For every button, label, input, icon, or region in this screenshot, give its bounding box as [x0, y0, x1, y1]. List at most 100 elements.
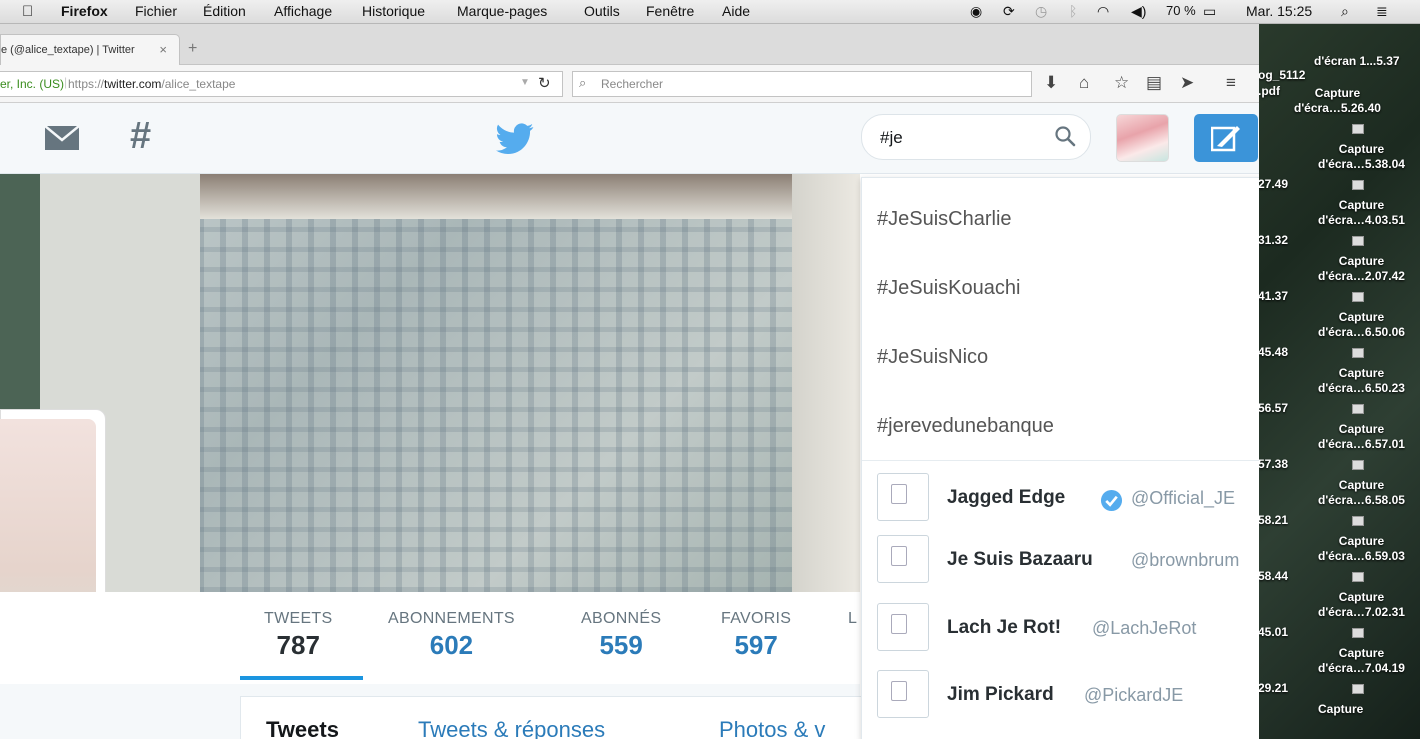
spotlight-icon[interactable]: ⌕ — [1341, 3, 1349, 20]
desktop-file-label[interactable]: 58.44 — [1258, 569, 1288, 584]
notification-center-icon[interactable]: ≣ — [1376, 3, 1388, 20]
user-suggestion[interactable]: Lach Je Rot! @LachJeRot — [877, 603, 1259, 659]
desktop-file-label[interactable]: Capture d'écra…7.02.31 — [1318, 590, 1405, 620]
browser-search-bar[interactable]: ⌕ Rechercher — [572, 71, 1032, 97]
hamburger-menu-icon[interactable]: ≡ — [1226, 73, 1236, 93]
clock[interactable]: Mar. 15:25 — [1246, 3, 1312, 19]
desktop-file-label[interactable]: 27.49 — [1258, 177, 1288, 192]
desktop-file-label[interactable]: Capture d'écra…5.26.40 — [1294, 86, 1381, 116]
record-icon[interactable]: ◉ — [970, 3, 982, 20]
wifi-icon[interactable]: ◠ — [1097, 3, 1109, 20]
screenshot-file-icon[interactable] — [1352, 572, 1364, 582]
menu-marque-pages[interactable]: Marque-pages — [457, 3, 547, 19]
menu-edition[interactable]: Édition — [203, 3, 246, 19]
screenshot-file-icon[interactable] — [1352, 236, 1364, 246]
bluetooth-icon[interactable]: ᛒ — [1069, 3, 1077, 19]
screenshot-file-icon[interactable] — [1352, 348, 1364, 358]
desktop-file-label[interactable]: d'écran 1...5.37 — [1314, 54, 1400, 69]
desktop-file-label[interactable]: .pdf — [1258, 84, 1280, 99]
tab-photos-videos[interactable]: Photos & v — [719, 717, 825, 739]
user-suggestion[interactable]: Jagged Edge @Official_JE — [877, 473, 1259, 529]
menu-fichier[interactable]: Fichier — [135, 3, 177, 19]
desktop-file-label[interactable]: 31.32 — [1258, 233, 1288, 248]
compose-tweet-button[interactable] — [1194, 114, 1258, 162]
pocket-send-icon[interactable]: ➤ — [1180, 73, 1194, 93]
desktop-file-label[interactable]: 41.37 — [1258, 289, 1288, 304]
desktop-file-label[interactable]: 57.38 — [1258, 457, 1288, 472]
screenshot-file-icon[interactable] — [1352, 124, 1364, 134]
history-dropdown-icon[interactable]: ▼ — [520, 77, 530, 88]
reload-icon[interactable]: ↻ — [538, 74, 551, 92]
desktop-file-label[interactable]: Capture d'écra…6.59.03 — [1318, 534, 1405, 564]
menu-fenetre[interactable]: Fenêtre — [646, 3, 694, 19]
search-icon[interactable] — [1054, 125, 1076, 147]
hashtag-suggestion[interactable]: #jerevedunebanque — [877, 415, 1054, 438]
user-suggestion[interactable]: Jim Pickard @PickardJE — [877, 670, 1259, 726]
volume-icon[interactable]: ◀) — [1131, 3, 1146, 20]
desktop-file-label[interactable]: 58.21 — [1258, 513, 1288, 528]
desktop-file-label[interactable]: og_5112 — [1258, 68, 1305, 83]
tab-tweets[interactable]: Tweets — [266, 717, 339, 739]
desktop-file-label[interactable]: 29.21 — [1258, 681, 1288, 696]
battery-level[interactable]: 70 % — [1166, 3, 1196, 18]
stat-abonnements[interactable]: ABONNEMENTS 602 — [388, 610, 515, 661]
menu-aide[interactable]: Aide — [722, 3, 750, 19]
menu-affichage[interactable]: Affichage — [274, 3, 332, 19]
download-icon[interactable]: ⬇ — [1044, 73, 1058, 93]
nav-bar: er, Inc. (US) | https://twitter.com/alic… — [0, 65, 1259, 103]
url-bar[interactable]: er, Inc. (US) | https://twitter.com/alic… — [0, 71, 563, 97]
desktop-file-label[interactable]: Capture d'écra…5.38.04 — [1318, 142, 1405, 172]
site-identity[interactable]: er, Inc. (US) — [0, 77, 64, 91]
tab-tweets-replies[interactable]: Tweets & réponses — [418, 717, 605, 739]
desktop-file-label[interactable]: Capture d'écra…6.50.23 — [1318, 366, 1405, 396]
time-machine-icon[interactable]: ◷ — [1035, 3, 1047, 20]
apple-icon[interactable]:  — [22, 3, 33, 20]
user-handle: @Official_JE — [1131, 488, 1235, 508]
close-tab-icon[interactable]: × — [159, 42, 167, 57]
battery-icon[interactable]: ▭ — [1203, 3, 1216, 20]
search-query[interactable]: #je — [880, 128, 903, 148]
screenshot-file-icon[interactable] — [1352, 180, 1364, 190]
twitter-search-input[interactable]: #je — [861, 114, 1091, 160]
desktop-file-label[interactable]: Capture d'écra…6.58.05 — [1318, 478, 1405, 508]
hashtag-suggestion[interactable]: #JeSuisNico — [877, 346, 988, 369]
reading-list-icon[interactable]: ▤ — [1146, 73, 1162, 93]
discover-hashtag-icon[interactable]: # — [130, 115, 151, 158]
screenshot-file-icon[interactable] — [1352, 460, 1364, 470]
desktop-file-label[interactable]: Capture d'écra…4.03.51 — [1318, 198, 1405, 228]
stat-favoris[interactable]: FAVORIS 597 — [721, 610, 791, 661]
desktop-file-label[interactable]: 56.57 — [1258, 401, 1288, 416]
tab-bar: e (@alice_textape) | Twitter × + — [0, 24, 1259, 65]
new-tab-icon[interactable]: + — [188, 40, 197, 58]
messages-icon[interactable] — [44, 125, 80, 151]
mac-menubar:  Firefox Fichier Édition Affichage Hist… — [0, 0, 1420, 24]
desktop-file-label[interactable]: Capture d'écra…6.57.01 — [1318, 422, 1405, 452]
stat-lists[interactable]: L — [848, 610, 857, 630]
menu-historique[interactable]: Historique — [362, 3, 425, 19]
menu-firefox[interactable]: Firefox — [61, 3, 108, 19]
user-suggestion[interactable]: Je Suis Bazaaru @brownbrum — [877, 535, 1259, 591]
menu-outils[interactable]: Outils — [584, 3, 620, 19]
desktop-file-label[interactable]: Capture d'écra…6.50.06 — [1318, 310, 1405, 340]
account-avatar[interactable] — [1116, 114, 1169, 162]
screenshot-file-icon[interactable] — [1352, 292, 1364, 302]
stat-abonnes[interactable]: ABONNÉS 559 — [581, 610, 661, 661]
screenshot-file-icon[interactable] — [1352, 628, 1364, 638]
screenshot-file-icon[interactable] — [1352, 684, 1364, 694]
bookmark-star-icon[interactable]: ☆ — [1114, 73, 1129, 93]
stat-tweets[interactable]: TWEETS 787 — [264, 610, 332, 661]
home-icon[interactable]: ⌂ — [1079, 73, 1089, 93]
desktop-file-label[interactable]: Capture d'écra…7.04.19 — [1318, 646, 1405, 676]
hashtag-suggestion[interactable]: #JeSuisKouachi — [877, 277, 1020, 300]
desktop-file-label[interactable]: Capture — [1318, 702, 1363, 717]
sync-icon[interactable]: ⟳ — [1003, 3, 1015, 20]
twitter-bird-icon[interactable] — [496, 123, 534, 155]
screenshot-file-icon[interactable] — [1352, 404, 1364, 414]
desktop-file-label[interactable]: 45.01 — [1258, 625, 1288, 640]
desktop-file-label[interactable]: 45.48 — [1258, 345, 1288, 360]
browser-tab[interactable]: e (@alice_textape) | Twitter × — [0, 34, 180, 65]
screenshot-file-icon[interactable] — [1352, 516, 1364, 526]
desktop-file-label[interactable]: Capture d'écra…2.07.42 — [1318, 254, 1405, 284]
hashtag-suggestion[interactable]: #JeSuisCharlie — [877, 208, 1012, 231]
url-text[interactable]: https://twitter.com/alice_textape — [68, 77, 235, 91]
